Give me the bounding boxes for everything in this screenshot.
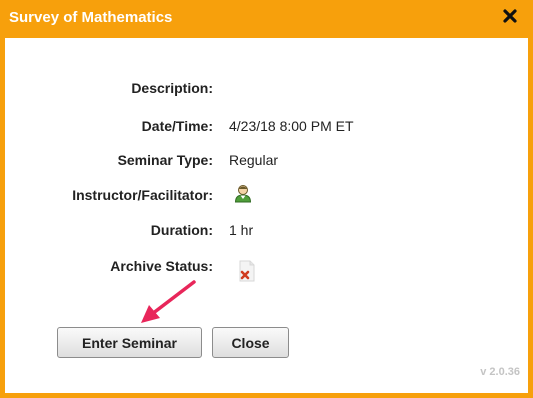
field-row-duration: Duration: 1 hr: [5, 222, 528, 244]
enter-seminar-button[interactable]: Enter Seminar: [57, 327, 202, 358]
close-button[interactable]: Close: [212, 327, 289, 358]
field-row-datetime: Date/Time: 4/23/18 8:00 PM ET: [5, 118, 528, 140]
field-row-instructor: Instructor/Facilitator:: [5, 184, 528, 209]
annotation-arrow: [141, 280, 196, 323]
seminar-dialog: Survey of Mathematics Description: Date/…: [0, 0, 533, 398]
archive-unavailable-icon: [239, 260, 255, 282]
duration-label: Duration:: [150, 222, 213, 238]
archive-status-label: Archive Status:: [110, 258, 213, 274]
field-row-archive-status: Archive Status:: [5, 258, 528, 282]
description-label: Description:: [131, 80, 213, 96]
version-label: v 2.0.36: [480, 366, 520, 378]
close-icon[interactable]: [500, 6, 520, 26]
field-row-description: Description:: [5, 80, 528, 102]
dialog-titlebar: Survey of Mathematics: [5, 0, 528, 38]
duration-value: 1 hr: [229, 222, 254, 238]
seminar-type-label: Seminar Type:: [117, 152, 213, 168]
datetime-label: Date/Time:: [141, 118, 213, 134]
seminar-type-value: Regular: [229, 152, 279, 168]
field-row-seminar-type: Seminar Type: Regular: [5, 152, 528, 174]
instructor-label: Instructor/Facilitator:: [72, 187, 213, 203]
dialog-title: Survey of Mathematics: [9, 9, 173, 26]
person-icon[interactable]: [234, 184, 252, 204]
datetime-value: 4/23/18 8:00 PM ET: [229, 118, 354, 134]
